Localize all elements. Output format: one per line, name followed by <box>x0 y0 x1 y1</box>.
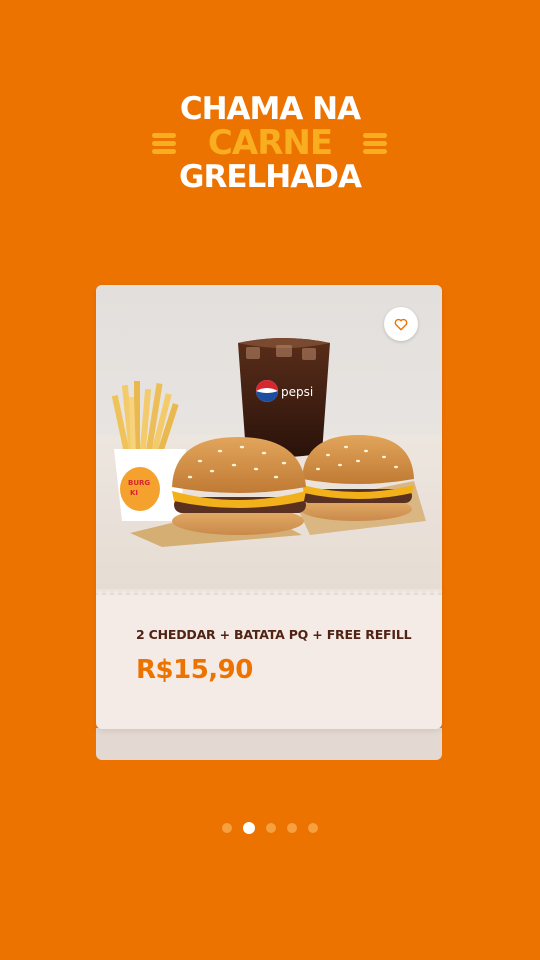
pagination-dot[interactable] <box>308 823 318 833</box>
burger-right <box>300 435 414 521</box>
headline-logo: CHAMA NA CARNE GRELHADA <box>0 92 540 194</box>
pagination-dot[interactable] <box>243 822 255 834</box>
burger-lines-icon-right <box>363 133 387 155</box>
headline-line-1: CHAMA NA <box>179 91 361 127</box>
perforation-divider <box>96 589 442 595</box>
app-screen: CHAMA NA CARNE GRELHADA pepsi BURG KI 2 … <box>0 0 540 960</box>
svg-text:KI: KI <box>130 489 138 497</box>
favorite-button[interactable] <box>384 307 418 341</box>
card-stack-shadow <box>96 728 442 760</box>
pagination-dot[interactable] <box>222 823 232 833</box>
product-card[interactable]: pepsi BURG KI 2 CHEDDAR + BATATA PQ + FR… <box>96 285 442 729</box>
headline-line-2: CARNE <box>207 123 333 163</box>
bk-logo-text: BURG <box>128 479 150 487</box>
headline-line-3: GRELHADA <box>179 159 362 195</box>
product-name: 2 CHEDDAR + BATATA PQ + FREE REFILL <box>136 627 412 642</box>
carousel-pagination <box>0 822 540 834</box>
pagination-dot[interactable] <box>287 823 297 833</box>
heart-outline-icon <box>394 318 408 330</box>
burger-left <box>172 437 306 535</box>
pagination-dot[interactable] <box>266 823 276 833</box>
product-price: R$15,90 <box>136 655 253 685</box>
pepsi-logo-text: pepsi <box>281 385 313 399</box>
